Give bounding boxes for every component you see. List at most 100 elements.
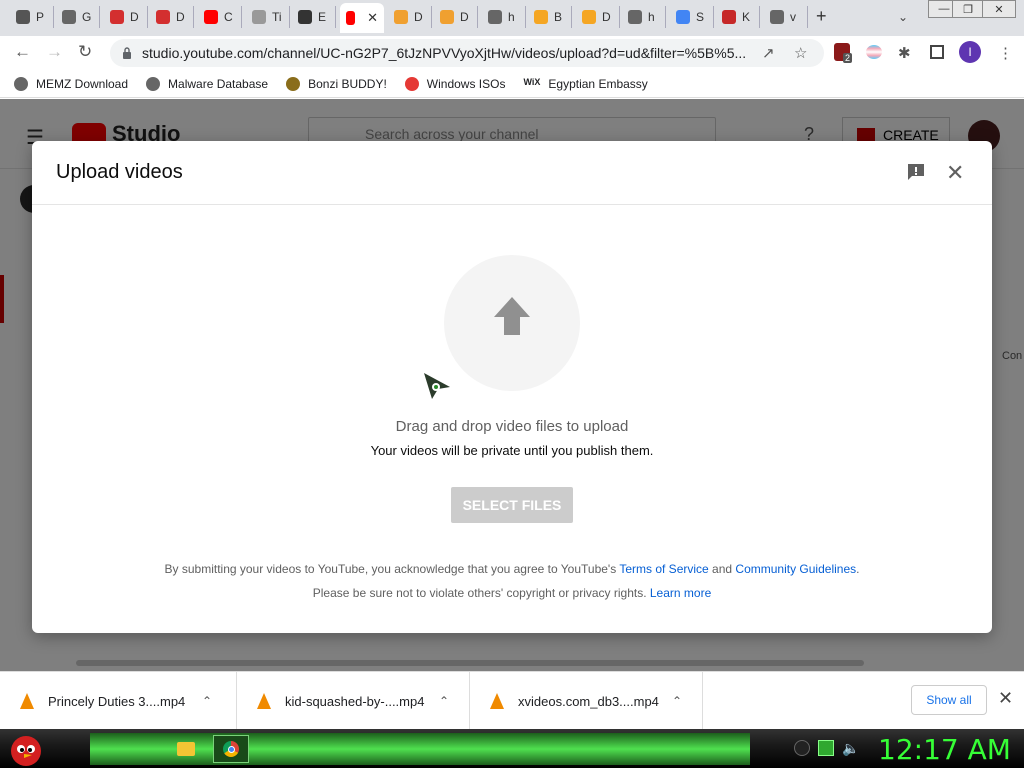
cursor-icon [424, 373, 450, 399]
restore-button[interactable]: ❐ [952, 0, 984, 18]
bookmark-item[interactable]: Windows ISOs [404, 76, 506, 91]
bookmark-label: Egyptian Embassy [548, 76, 648, 91]
download-options-chevron-icon[interactable]: ⌃ [202, 694, 212, 708]
tab-favicon-icon [62, 10, 76, 24]
bookmark-label: Bonzi BUDDY! [308, 76, 387, 91]
tab-favicon-icon [628, 10, 642, 24]
tab-title: D [176, 10, 185, 24]
bookmark-item[interactable]: Bonzi BUDDY! [286, 76, 387, 91]
chrome-taskbar-icon[interactable] [213, 735, 249, 763]
volume-icon[interactable]: 🔈 [842, 740, 859, 757]
browser-tab[interactable]: P [10, 6, 54, 28]
close-icon[interactable]: ✕ [946, 160, 964, 186]
taskbar-clock[interactable]: 12:17 AM [878, 733, 1011, 766]
terms-of-service-link[interactable]: Terms of Service [619, 562, 708, 576]
file-explorer-icon[interactable] [172, 735, 200, 763]
reload-icon[interactable]: ↻ [78, 42, 92, 62]
tab-title: Ti [272, 10, 282, 24]
download-bar-close-icon[interactable]: ✕ [998, 688, 1013, 709]
browser-tab[interactable]: E [292, 6, 336, 28]
tab-title: P [36, 10, 45, 24]
browser-tab[interactable]: ✕ [340, 3, 384, 33]
bookmark-item[interactable]: Malware Database [146, 76, 269, 91]
network-icon[interactable] [818, 740, 834, 756]
tab-favicon-icon [298, 10, 312, 24]
tab-title: K [742, 10, 751, 24]
browser-tab[interactable]: D [576, 6, 620, 28]
browser-tab[interactable]: K [716, 6, 760, 28]
bookmark-label: Malware Database [168, 76, 269, 91]
close-window-button[interactable]: ✕ [982, 0, 1016, 18]
tab-search-chevron-icon[interactable]: ⌄ [898, 10, 908, 24]
tab-favicon-icon [440, 10, 454, 24]
browser-tab[interactable]: h [622, 6, 666, 28]
tab-title: D [602, 10, 611, 24]
tab-title: C [224, 10, 233, 24]
download-item[interactable]: xvideos.com_db3....mp4 ⌃ [470, 672, 703, 730]
download-item[interactable]: Princely Duties 3....mp4 ⌃ [0, 672, 237, 730]
tab-title: D [130, 10, 139, 24]
bookmark-item[interactable]: MEMZ Download [14, 76, 129, 91]
menu-kebab-icon[interactable]: ⋮ [998, 44, 1013, 62]
legal-end: . [856, 562, 860, 576]
tab-close-icon[interactable]: ✕ [367, 10, 378, 26]
tab-title: h [508, 10, 515, 24]
browser-tab[interactable]: B [528, 6, 572, 28]
legal-line-1: By submitting your videos to YouTube, yo… [32, 562, 992, 576]
download-options-chevron-icon[interactable]: ⌃ [439, 694, 449, 708]
start-button-angry-bird-icon[interactable] [6, 729, 46, 768]
bookmark-label: MEMZ Download [36, 76, 129, 91]
browser-tab[interactable]: Ti [246, 6, 290, 28]
back-icon[interactable]: ← [14, 42, 31, 62]
browser-tab[interactable]: D [388, 6, 432, 28]
private-notice: Your videos will be private until you pu… [370, 443, 654, 458]
browser-tab[interactable]: D [104, 6, 148, 28]
community-guidelines-link[interactable]: Community Guidelines [735, 562, 856, 576]
extensions-puzzle-icon[interactable]: ✱ [898, 44, 911, 62]
tray-chevron-icon[interactable] [794, 740, 810, 756]
tab-title: D [460, 10, 469, 24]
bookmark-icon [146, 76, 161, 91]
browser-tab[interactable]: S [670, 6, 714, 28]
profile-avatar[interactable]: I [959, 41, 981, 63]
browser-tab[interactable]: v [764, 6, 808, 28]
address-bar[interactable]: studio.youtube.com/channel/UC-nG2P7_6tJz… [110, 39, 824, 67]
new-tab-button[interactable]: + [816, 6, 827, 27]
forward-icon[interactable]: → [46, 42, 63, 62]
download-options-chevron-icon[interactable]: ⌃ [672, 694, 682, 708]
browser-tab[interactable]: C [198, 6, 242, 28]
browser-tab[interactable]: D [434, 6, 478, 28]
learn-more-link[interactable]: Learn more [650, 586, 711, 600]
bookmark-icon: WiX [523, 76, 541, 87]
drag-drop-text: Drag and drop video files to upload [395, 418, 629, 435]
legal-line-2: Please be sure not to violate others' co… [32, 586, 992, 600]
browser-tab[interactable]: h [482, 6, 526, 28]
tab-favicon-icon [488, 10, 502, 24]
tab-favicon-icon [346, 11, 356, 25]
browser-tab[interactable]: G [56, 6, 100, 28]
download-item[interactable]: kid-squashed-by-....mp4 ⌃ [237, 672, 470, 730]
tab-title: B [554, 10, 563, 24]
feedback-icon[interactable] [906, 162, 926, 182]
show-all-button[interactable]: Show all [911, 685, 987, 715]
tab-favicon-icon [676, 10, 690, 24]
side-panel-icon[interactable] [930, 45, 944, 59]
bookmarks-bar: MEMZ Download Malware Database Bonzi BUDDY… [0, 70, 1024, 98]
url-text: studio.youtube.com/channel/UC-nG2P7_6tJz… [142, 45, 747, 61]
tab-favicon-icon [722, 10, 736, 24]
download-filename: kid-squashed-by-....mp4 [285, 693, 425, 709]
tab-title: E [318, 10, 327, 24]
bookmark-star-icon[interactable]: ☆ [794, 44, 807, 62]
bookmark-icon [14, 76, 28, 91]
share-icon[interactable]: ↗ [762, 44, 775, 62]
select-files-button[interactable]: SELECT FILES [451, 487, 573, 523]
tab-favicon-icon [770, 10, 784, 24]
bookmark-item[interactable]: WiX Egyptian Embassy [523, 77, 647, 91]
browser-tab[interactable]: D [150, 6, 194, 28]
upload-drop-zone[interactable] [444, 255, 580, 391]
tab-title: v [790, 10, 796, 24]
bookmark-label: Windows ISOs [426, 76, 506, 91]
extension-flag-icon[interactable] [866, 45, 882, 59]
vlc-file-icon [257, 693, 271, 709]
tab-favicon-icon [252, 10, 266, 24]
